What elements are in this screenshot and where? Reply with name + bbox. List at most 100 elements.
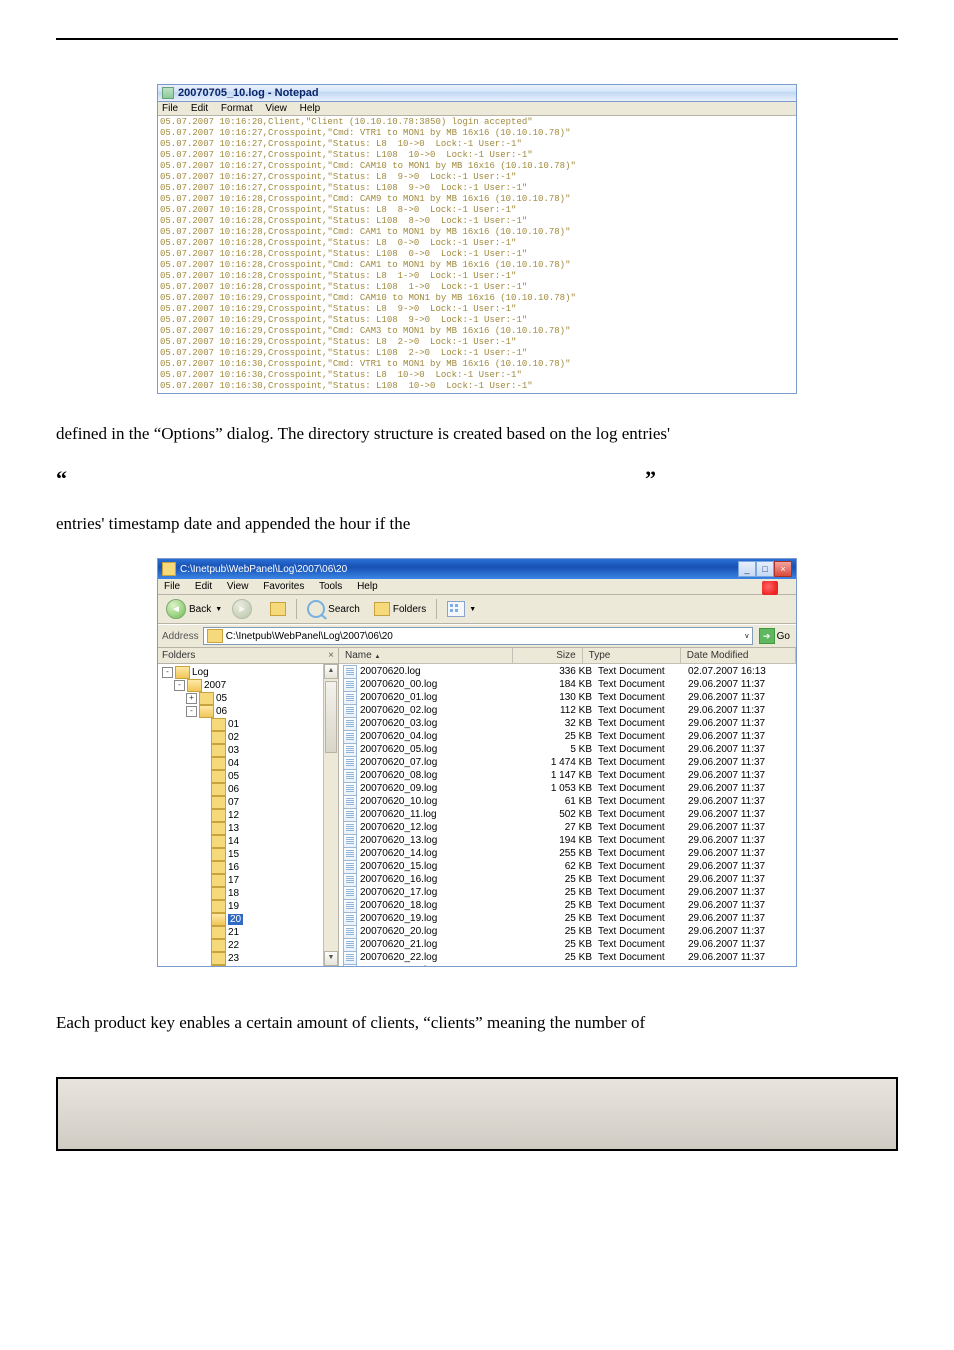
tree-node[interactable]: 02 xyxy=(162,731,336,744)
sort-asc-icon xyxy=(374,650,380,661)
file-row[interactable]: 20070620_16.log25 KBText Document29.06.2… xyxy=(339,873,796,886)
file-row[interactable]: 20070620_11.log502 KBText Document29.06.… xyxy=(339,808,796,821)
tree-node[interactable]: 12 xyxy=(162,809,336,822)
tree-node[interactable]: 23 xyxy=(162,952,336,965)
file-row[interactable]: 20070620_07.log1 474 KBText Document29.0… xyxy=(339,756,796,769)
search-button[interactable]: Search xyxy=(303,599,364,619)
scroll-up-button[interactable]: ▲ xyxy=(324,664,338,679)
chevron-down-icon[interactable]: ▼ xyxy=(215,606,222,613)
file-row[interactable]: 20070620_03.log32 KBText Document29.06.2… xyxy=(339,717,796,730)
tree-node[interactable]: 13 xyxy=(162,822,336,835)
collapse-icon[interactable]: - xyxy=(186,706,197,717)
address-field[interactable]: C:\Inetpub\WebPanel\Log\2007\06\20 v xyxy=(203,627,753,645)
go-button[interactable]: ➔ Go xyxy=(757,628,792,644)
file-row[interactable]: 20070620_14.log255 KBText Document29.06.… xyxy=(339,847,796,860)
tree-node[interactable]: 20 xyxy=(162,913,336,926)
file-row[interactable]: 20070620_08.log1 147 KBText Document29.0… xyxy=(339,769,796,782)
tree-node[interactable]: 16 xyxy=(162,861,336,874)
file-row[interactable]: 20070620_01.log130 KBText Document29.06.… xyxy=(339,691,796,704)
notepad-menubar[interactable]: File Edit Format View Help xyxy=(158,102,796,116)
tree-node[interactable]: 06 xyxy=(162,783,336,796)
tree-node[interactable]: 07 xyxy=(162,796,336,809)
file-row[interactable]: 20070620_19.log25 KBText Document29.06.2… xyxy=(339,912,796,925)
file-row[interactable]: 20070620_22.log25 KBText Document29.06.2… xyxy=(339,951,796,964)
folders-button[interactable]: Folders xyxy=(370,601,430,617)
tree-node[interactable]: +05 xyxy=(162,692,336,705)
file-row[interactable]: 20070620_23.log25 KBText Document29.06.2… xyxy=(339,964,796,966)
tree-node[interactable]: 03 xyxy=(162,744,336,757)
close-button[interactable]: × xyxy=(774,561,792,577)
maximize-button[interactable]: □ xyxy=(756,561,774,577)
scroll-down-button[interactable]: ▼ xyxy=(324,951,338,966)
ex-menu-tools[interactable]: Tools xyxy=(319,581,342,592)
expand-icon[interactable]: + xyxy=(186,693,197,704)
file-row[interactable]: 20070620_18.log25 KBText Document29.06.2… xyxy=(339,899,796,912)
menu-file[interactable]: File xyxy=(162,103,178,114)
menu-help[interactable]: Help xyxy=(300,103,321,114)
file-row[interactable]: 20070620_05.log5 KBText Document29.06.20… xyxy=(339,743,796,756)
file-name: 20070620_04.log xyxy=(360,731,532,742)
tree-node[interactable]: 15 xyxy=(162,848,336,861)
tree-node[interactable]: -2007 xyxy=(162,679,336,692)
tree-node[interactable]: 05 xyxy=(162,770,336,783)
file-row[interactable]: 20070620_12.log27 KBText Document29.06.2… xyxy=(339,821,796,834)
up-button[interactable] xyxy=(266,601,290,617)
file-row[interactable]: 20070620_15.log62 KBText Document29.06.2… xyxy=(339,860,796,873)
ex-menu-help[interactable]: Help xyxy=(357,581,378,592)
scroll-thumb[interactable] xyxy=(325,681,337,753)
col-type[interactable]: Type xyxy=(583,648,681,663)
minimize-button[interactable]: _ xyxy=(738,561,756,577)
menu-edit[interactable]: Edit xyxy=(191,103,208,114)
folders-pane-close[interactable]: × xyxy=(328,650,334,661)
menu-view[interactable]: View xyxy=(265,103,287,114)
file-row[interactable]: 20070620_20.log25 KBText Document29.06.2… xyxy=(339,925,796,938)
file-row[interactable]: 20070620_17.log25 KBText Document29.06.2… xyxy=(339,886,796,899)
back-button[interactable]: ◄ Back ▼ xyxy=(162,598,226,620)
tree-node[interactable]: 14 xyxy=(162,835,336,848)
folders-label: Folders xyxy=(393,604,426,615)
column-headers[interactable]: Name Size Type Date Modified xyxy=(339,648,796,664)
ex-menu-file[interactable]: File xyxy=(164,581,180,592)
tree-node[interactable]: 22 xyxy=(162,939,336,952)
file-row[interactable]: 20070620_21.log25 KBText Document29.06.2… xyxy=(339,938,796,951)
file-row[interactable]: 20070620_02.log112 KBText Document29.06.… xyxy=(339,704,796,717)
tree-node[interactable]: -Log xyxy=(162,666,336,679)
ex-menu-edit[interactable]: Edit xyxy=(195,581,212,592)
address-dropdown-icon[interactable]: v xyxy=(745,633,749,640)
file-row[interactable]: 20070620_10.log61 KBText Document29.06.2… xyxy=(339,795,796,808)
views-button[interactable]: ▼ xyxy=(443,600,480,618)
collapse-icon[interactable]: - xyxy=(162,667,173,678)
ex-menu-view[interactable]: View xyxy=(227,581,249,592)
file-type: Text Document xyxy=(598,965,688,966)
notepad-content[interactable]: 05.07.2007 10:16:20,Client,"Client (10.1… xyxy=(158,116,796,393)
tree-node[interactable]: -06 xyxy=(162,705,336,718)
chevron-down-icon[interactable]: ▼ xyxy=(469,606,476,613)
tree-node[interactable]: 24 xyxy=(162,965,336,966)
file-rows[interactable]: 20070620.log336 KBText Document02.07.200… xyxy=(339,664,796,966)
tree-node[interactable]: 21 xyxy=(162,926,336,939)
explorer-menubar[interactable]: File Edit View Favorites Tools Help xyxy=(158,579,796,595)
tree-node[interactable]: 04 xyxy=(162,757,336,770)
file-row[interactable]: 20070620_13.log194 KBText Document29.06.… xyxy=(339,834,796,847)
notepad-titlebar[interactable]: 20070705_10.log - Notepad xyxy=(158,85,796,102)
col-name[interactable]: Name xyxy=(339,648,513,663)
menu-format[interactable]: Format xyxy=(221,103,253,114)
file-name: 20070620.log xyxy=(360,666,532,677)
file-row[interactable]: 20070620_00.log184 KBText Document29.06.… xyxy=(339,678,796,691)
tree-node[interactable]: 17 xyxy=(162,874,336,887)
file-row[interactable]: 20070620.log336 KBText Document02.07.200… xyxy=(339,665,796,678)
scroll-track[interactable] xyxy=(324,679,338,951)
tree-scrollbar[interactable]: ▲ ▼ xyxy=(323,664,338,966)
tree-node[interactable]: 01 xyxy=(162,718,336,731)
col-date[interactable]: Date Modified xyxy=(681,648,796,663)
col-size[interactable]: Size xyxy=(513,648,583,663)
collapse-icon[interactable]: - xyxy=(174,680,185,691)
tree-node[interactable]: 18 xyxy=(162,887,336,900)
ex-menu-favorites[interactable]: Favorites xyxy=(263,581,304,592)
tree-node[interactable]: 19 xyxy=(162,900,336,913)
forward-button[interactable]: ► xyxy=(232,599,252,619)
explorer-titlebar[interactable]: C:\Inetpub\WebPanel\Log\2007\06\20 _ □ × xyxy=(158,559,796,579)
folder-tree[interactable]: -Log-2007+05-060102030405060712131415161… xyxy=(158,664,338,966)
file-row[interactable]: 20070620_09.log1 053 KBText Document29.0… xyxy=(339,782,796,795)
file-row[interactable]: 20070620_04.log25 KBText Document29.06.2… xyxy=(339,730,796,743)
